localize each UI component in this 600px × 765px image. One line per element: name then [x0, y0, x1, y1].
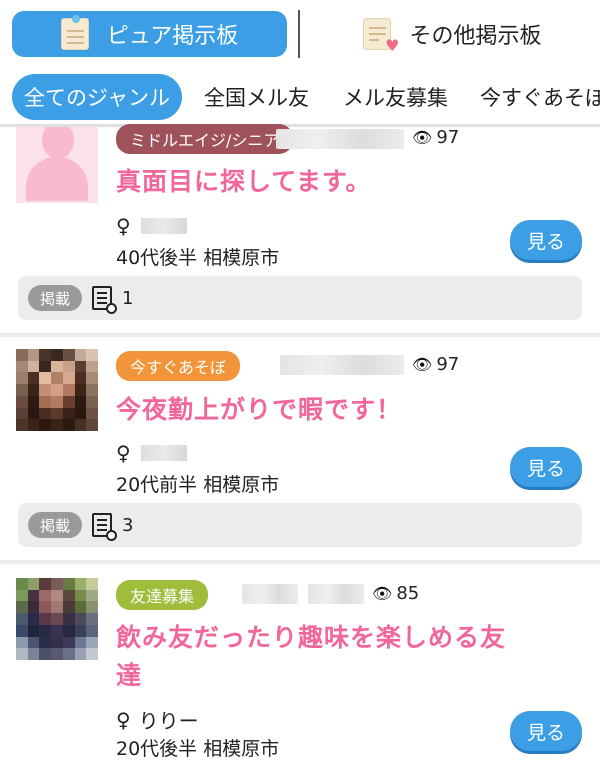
- other-board-tab[interactable]: ♥ その他掲示板: [310, 11, 595, 57]
- other-board-label: その他掲示板: [409, 24, 542, 49]
- view-count: 👁 97: [412, 127, 459, 148]
- posted-pill: 掲載: [28, 285, 83, 311]
- divider: [298, 10, 300, 58]
- blurred-name: [308, 584, 364, 604]
- post-card[interactable]: ミドルエイジ/シニア 👁 97 真面目に探してます。 ♀ 40代後半 相模原市 …: [0, 124, 600, 333]
- age-location: 40代後半 相模原市: [116, 247, 280, 269]
- view-button[interactable]: 見る: [510, 447, 582, 487]
- eye-icon: 👁: [412, 128, 433, 147]
- tab-all-genres[interactable]: 全てのジャンル: [12, 74, 182, 120]
- post-title: 真面目に探してます。: [116, 167, 372, 196]
- view-count: 👁 97: [412, 354, 459, 375]
- gender: ♀: [116, 441, 187, 465]
- eye-icon: 👁: [412, 355, 433, 374]
- view-button[interactable]: 見る: [510, 220, 582, 260]
- avatar: [16, 349, 98, 431]
- view-count-value: 97: [436, 127, 460, 148]
- post-title: 飲み友だったり趣味を楽しめる友 達: [116, 619, 506, 695]
- genre-badge: 友達募集: [116, 580, 209, 610]
- board-switch: ピュア掲示板 ♥ その他掲示板: [0, 0, 600, 68]
- post-card[interactable]: 友達募集 👁 85 飲み友だったり趣味を楽しめる友 達 ♀ りりー 20代後半 …: [0, 564, 600, 765]
- post-title: 今夜勤上がりで暇です！: [116, 395, 403, 424]
- genre-badge: ミドルエイジ/シニア: [116, 124, 294, 154]
- board-icon: [60, 15, 91, 51]
- eye-icon: 👁: [372, 584, 393, 603]
- pure-board-tab[interactable]: ピュア掲示板: [12, 11, 287, 57]
- gender: ♀: [116, 214, 187, 238]
- view-count-value: 85: [396, 583, 420, 604]
- gender: ♀ りりー: [116, 705, 199, 734]
- genre-badge: 今すぐあそぼ: [116, 351, 241, 381]
- blurred-nickname: [140, 445, 187, 461]
- female-icon: ♀: [116, 707, 131, 732]
- nickname: りりー: [138, 709, 199, 733]
- post-card[interactable]: 今すぐあそぼ 👁 97 今夜勤上がりで暇です！ ♀ 20代前半 相模原市 見る …: [0, 337, 600, 559]
- avatar: [16, 578, 98, 660]
- pure-board-label: ピュア掲示板: [106, 24, 239, 49]
- post-footer: 掲載 1: [18, 276, 582, 320]
- document-icon: [92, 286, 118, 314]
- posted-count: 3: [122, 514, 134, 536]
- genre-tabs: 全てのジャンル 全国メル友 メル友募集 今すぐあそぼ: [0, 68, 600, 126]
- female-icon: ♀: [116, 441, 131, 465]
- blurred-nickname: [140, 218, 187, 234]
- posted-pill: 掲載: [28, 512, 83, 538]
- avatar: [16, 127, 98, 203]
- heart-board-icon: ♥: [363, 17, 399, 54]
- blurred-name: [276, 129, 404, 149]
- view-count: 👁 85: [372, 583, 419, 604]
- tab-mail-recruit[interactable]: メル友募集: [343, 74, 448, 120]
- post-title-line: 達: [116, 661, 143, 690]
- tab-play-now[interactable]: 今すぐあそぼ: [480, 74, 600, 120]
- post-footer: 掲載 3: [18, 503, 582, 547]
- female-icon: ♀: [116, 214, 131, 238]
- posted-count: 1: [122, 287, 134, 309]
- view-count-value: 97: [436, 354, 460, 375]
- post-title-line: 飲み友だったり趣味を楽しめる友: [116, 623, 507, 652]
- tab-nationwide-mail[interactable]: 全国メル友: [204, 74, 309, 120]
- view-button[interactable]: 見る: [510, 711, 582, 751]
- blurred-name: [280, 355, 404, 375]
- blurred-name: [242, 584, 298, 604]
- age-location: 20代前半 相模原市: [116, 474, 280, 496]
- age-location: 20代後半 相模原市: [116, 738, 280, 760]
- document-icon: [92, 513, 118, 541]
